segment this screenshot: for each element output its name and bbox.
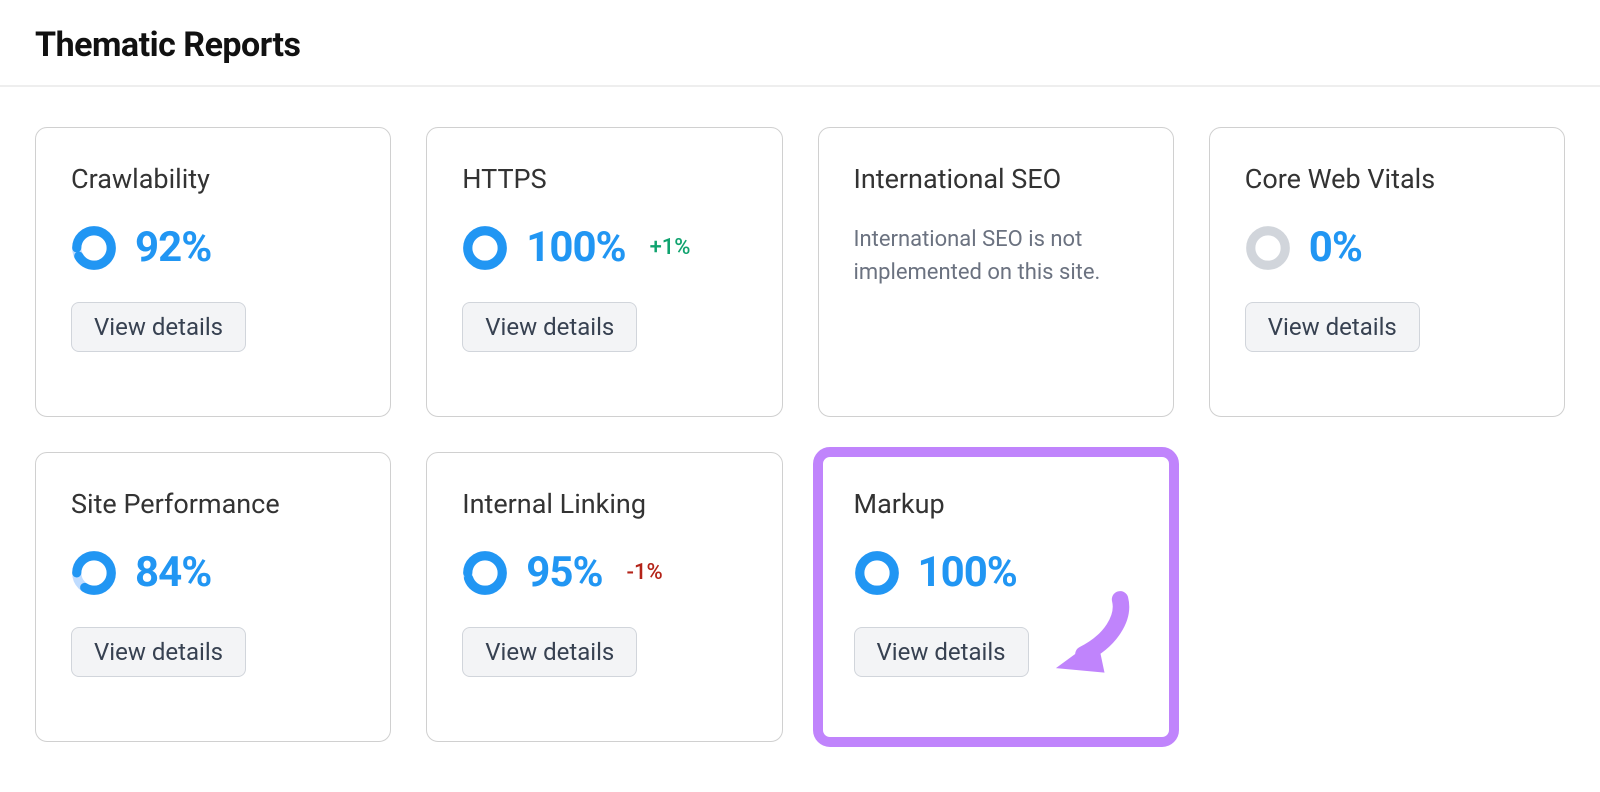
metric-value: 0%	[1309, 223, 1362, 272]
progress-ring-icon	[71, 550, 117, 596]
card-markup: Markup 100% View details	[818, 452, 1174, 742]
card-https: HTTPS 100% +1% View details	[426, 127, 782, 417]
view-details-button[interactable]: View details	[462, 627, 637, 677]
card-title: Core Web Vitals	[1245, 163, 1529, 195]
card-message: International SEO is not implemented on …	[854, 223, 1138, 289]
metric-value: 100%	[918, 548, 1017, 597]
section-divider	[0, 85, 1600, 87]
metric-row: 92%	[71, 223, 355, 272]
metric-value: 95%	[526, 548, 602, 597]
metric-delta: -1%	[627, 560, 663, 585]
metric-value: 100%	[526, 223, 625, 272]
card-title: Markup	[854, 488, 1138, 520]
metric-row: 95% -1%	[462, 548, 746, 597]
progress-ring-icon	[71, 225, 117, 271]
view-details-button[interactable]: View details	[71, 627, 246, 677]
card-title: International SEO	[854, 163, 1138, 195]
view-details-button[interactable]: View details	[71, 302, 246, 352]
metric-row: 100%	[854, 548, 1138, 597]
progress-ring-icon	[462, 550, 508, 596]
metric-value: 92%	[135, 223, 211, 272]
view-details-button[interactable]: View details	[462, 302, 637, 352]
card-title: Site Performance	[71, 488, 355, 520]
card-international-seo: International SEO International SEO is n…	[818, 127, 1174, 417]
card-internal-linking: Internal Linking 95% -1% View details	[426, 452, 782, 742]
card-site-performance: Site Performance 84% View details	[35, 452, 391, 742]
card-title: Internal Linking	[462, 488, 746, 520]
arrow-annotation-icon	[1033, 581, 1143, 691]
card-title: HTTPS	[462, 163, 746, 195]
page-title: Thematic Reports	[0, 0, 1600, 85]
metric-delta: +1%	[650, 235, 691, 260]
metric-row: 0%	[1245, 223, 1529, 272]
card-title: Crawlability	[71, 163, 355, 195]
card-crawlability: Crawlability 92% View details	[35, 127, 391, 417]
progress-ring-icon	[462, 225, 508, 271]
view-details-button[interactable]: View details	[854, 627, 1029, 677]
reports-grid: Crawlability 92% View details HTTPS 100%…	[0, 127, 1600, 742]
view-details-button[interactable]: View details	[1245, 302, 1420, 352]
progress-ring-icon	[854, 550, 900, 596]
progress-ring-icon	[1245, 225, 1291, 271]
card-core-web-vitals: Core Web Vitals 0% View details	[1209, 127, 1565, 417]
metric-row: 84%	[71, 548, 355, 597]
metric-row: 100% +1%	[462, 223, 746, 272]
metric-value: 84%	[135, 548, 211, 597]
